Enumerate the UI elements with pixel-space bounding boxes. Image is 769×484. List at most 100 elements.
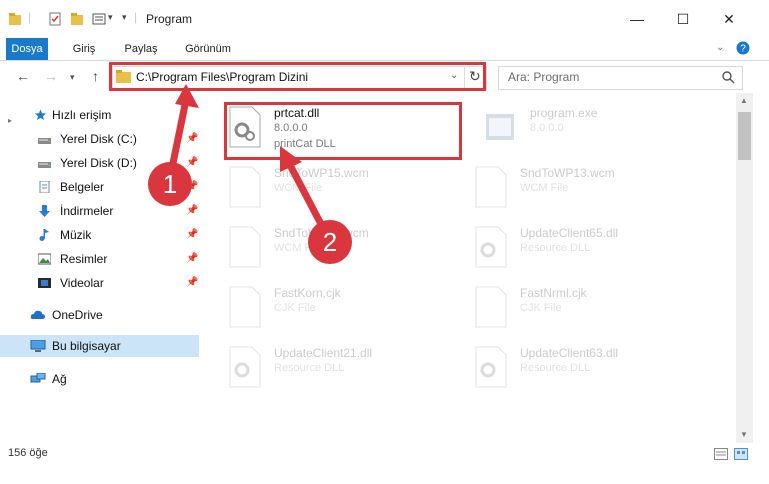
sidebar-item-label: Belgeler	[60, 180, 105, 194]
file-type: Resource DLL	[274, 362, 345, 374]
sidebar-item-label: Hızlı erişim	[52, 108, 112, 122]
view-icon[interactable]	[92, 12, 106, 26]
customize-toolbar-icon[interactable]: ▾	[122, 12, 127, 23]
search-icon[interactable]	[722, 71, 735, 84]
up-arrow-icon[interactable]: ↑	[92, 68, 99, 84]
file-item[interactable]: UpdateClient65.dll Resource DLL	[474, 226, 694, 274]
pin-icon[interactable]: 📌	[186, 205, 198, 216]
help-icon[interactable]: ?	[736, 41, 750, 55]
dll-file-icon	[229, 346, 261, 388]
step-1-badge: 1	[148, 162, 192, 206]
star-icon	[34, 109, 47, 120]
sidebar-item-label: Bu bilgisayar	[52, 339, 121, 353]
computer-icon	[30, 340, 46, 352]
ribbon-expand-icon[interactable]: ⌄	[716, 42, 724, 53]
sidebar-item-label: Ağ	[52, 372, 67, 386]
file-item[interactable]: FastNrml.cjk CJK File	[474, 286, 694, 334]
file-name: SndToWP13.wcm	[520, 166, 615, 180]
sidebar-item-local-disk-c[interactable]: Yerel Disk (C:) 📌	[0, 128, 199, 150]
file-type: Resource DLL	[520, 242, 591, 254]
file-item[interactable]: SndToWP15.wcm WCM File	[228, 166, 448, 214]
tab-giris[interactable]: Giriş	[64, 38, 104, 60]
drive-icon	[38, 138, 51, 144]
file-icon	[475, 166, 507, 208]
sidebar-item-label: Yerel Disk (D:)	[60, 156, 137, 170]
file-item[interactable]: SndToWP13.wcm WCM File	[474, 166, 694, 214]
details-view-icon[interactable]	[714, 448, 728, 460]
drive-icon	[38, 162, 51, 168]
sidebar-item-label: Müzik	[60, 228, 92, 242]
chevron-down-icon[interactable]: ▾	[108, 12, 113, 23]
sidebar-item-pictures[interactable]: Resimler 📌	[0, 248, 199, 270]
file-version: 8.0.0.0	[530, 122, 564, 134]
sidebar-item-music[interactable]: Müzik 📌	[0, 224, 199, 246]
file-icon	[229, 166, 261, 208]
pin-icon[interactable]: 📌	[186, 277, 198, 288]
title-bar: | ▾ ▾ | Program — ☐ ✕	[0, 0, 769, 38]
pin-icon[interactable]: 📌	[186, 133, 198, 144]
new-folder-icon[interactable]	[70, 12, 84, 26]
tab-gorunum[interactable]: Görünüm	[178, 38, 238, 60]
svg-text:?: ?	[740, 44, 746, 55]
minimize-button[interactable]: —	[614, 0, 660, 38]
sidebar-item-label: İndirmeler	[60, 204, 114, 218]
step-2-badge: 2	[308, 220, 352, 264]
dll-file-icon	[475, 226, 507, 268]
scroll-up-icon[interactable]: ▲	[740, 96, 748, 105]
sidebar-item-videos[interactable]: Videolar 📌	[0, 272, 199, 294]
recent-locations-icon[interactable]: ▾	[70, 72, 75, 83]
pin-icon[interactable]: 📌	[186, 229, 198, 240]
folder-icon	[9, 13, 21, 25]
sidebar-item-network[interactable]: Ağ	[0, 368, 199, 390]
pin-icon[interactable]: 📌	[186, 253, 198, 264]
file-name: FastNrml.cjk	[520, 286, 587, 300]
properties-icon[interactable]	[48, 12, 62, 26]
file-item[interactable]: UpdateClient63.dll Resource DLL	[474, 346, 694, 394]
file-icon	[475, 286, 507, 328]
file-name: UpdateClient65.dll	[520, 226, 619, 240]
sidebar-item-label: Yerel Disk (C:)	[60, 132, 137, 146]
dll-file-icon	[475, 346, 507, 388]
sidebar-item-quick-access[interactable]: Hızlı erişim	[0, 104, 199, 126]
file-item[interactable]: UpdateClient21.dll Resource DLL	[228, 346, 448, 394]
cloud-icon	[30, 310, 45, 319]
pictures-icon	[38, 253, 51, 265]
sidebar-item-label: OneDrive	[52, 308, 103, 322]
file-item[interactable]: FastKorn.cjk CJK File	[228, 286, 448, 334]
file-name: UpdateClient21.dll	[274, 346, 373, 360]
window-title: Program	[146, 12, 193, 26]
file-name: UpdateClient63.dll	[520, 346, 619, 360]
scrollbar-thumb[interactable]	[738, 112, 751, 160]
search-placeholder: Ara: Program	[508, 70, 580, 84]
file-item-program-exe[interactable]: program.exe 8.0.0.0	[484, 106, 704, 154]
scroll-down-icon[interactable]: ▼	[740, 430, 748, 439]
network-icon	[30, 373, 46, 383]
file-type: CJK File	[274, 302, 316, 314]
pin-icon[interactable]: 📌	[186, 157, 198, 168]
file-type: CJK File	[520, 302, 562, 314]
ribbon: Dosya Giriş Paylaş Görünüm ⌄ ?	[0, 38, 769, 61]
forward-arrow-icon[interactable]: →	[44, 68, 58, 84]
sidebar-item-label: Resimler	[60, 252, 108, 266]
tab-paylas[interactable]: Paylaş	[118, 38, 164, 60]
music-icon	[39, 229, 49, 241]
file-name: program.exe	[530, 106, 598, 120]
downloads-icon	[39, 205, 50, 217]
file-name: SndToWP15.wcm	[274, 166, 369, 180]
file-highlight	[224, 102, 462, 160]
file-type: WCM File	[520, 182, 569, 194]
file-type: WCM File	[274, 182, 323, 194]
address-bar-highlight	[109, 62, 486, 91]
exe-file-icon	[486, 114, 514, 140]
close-button[interactable]: ✕	[706, 0, 752, 38]
tab-dosya[interactable]: Dosya	[6, 38, 48, 60]
tiles-view-icon[interactable]	[734, 448, 748, 460]
sidebar-item-label: Videolar	[60, 276, 104, 290]
maximize-button[interactable]: ☐	[660, 0, 706, 38]
sidebar-item-onedrive[interactable]: OneDrive	[0, 304, 199, 326]
sidebar-item-this-pc[interactable]: Bu bilgisayar	[0, 335, 199, 357]
videos-icon	[38, 278, 51, 288]
item-count: 156 öğe	[8, 447, 48, 459]
back-arrow-icon[interactable]: ←	[16, 68, 30, 84]
documents-icon	[39, 181, 50, 193]
